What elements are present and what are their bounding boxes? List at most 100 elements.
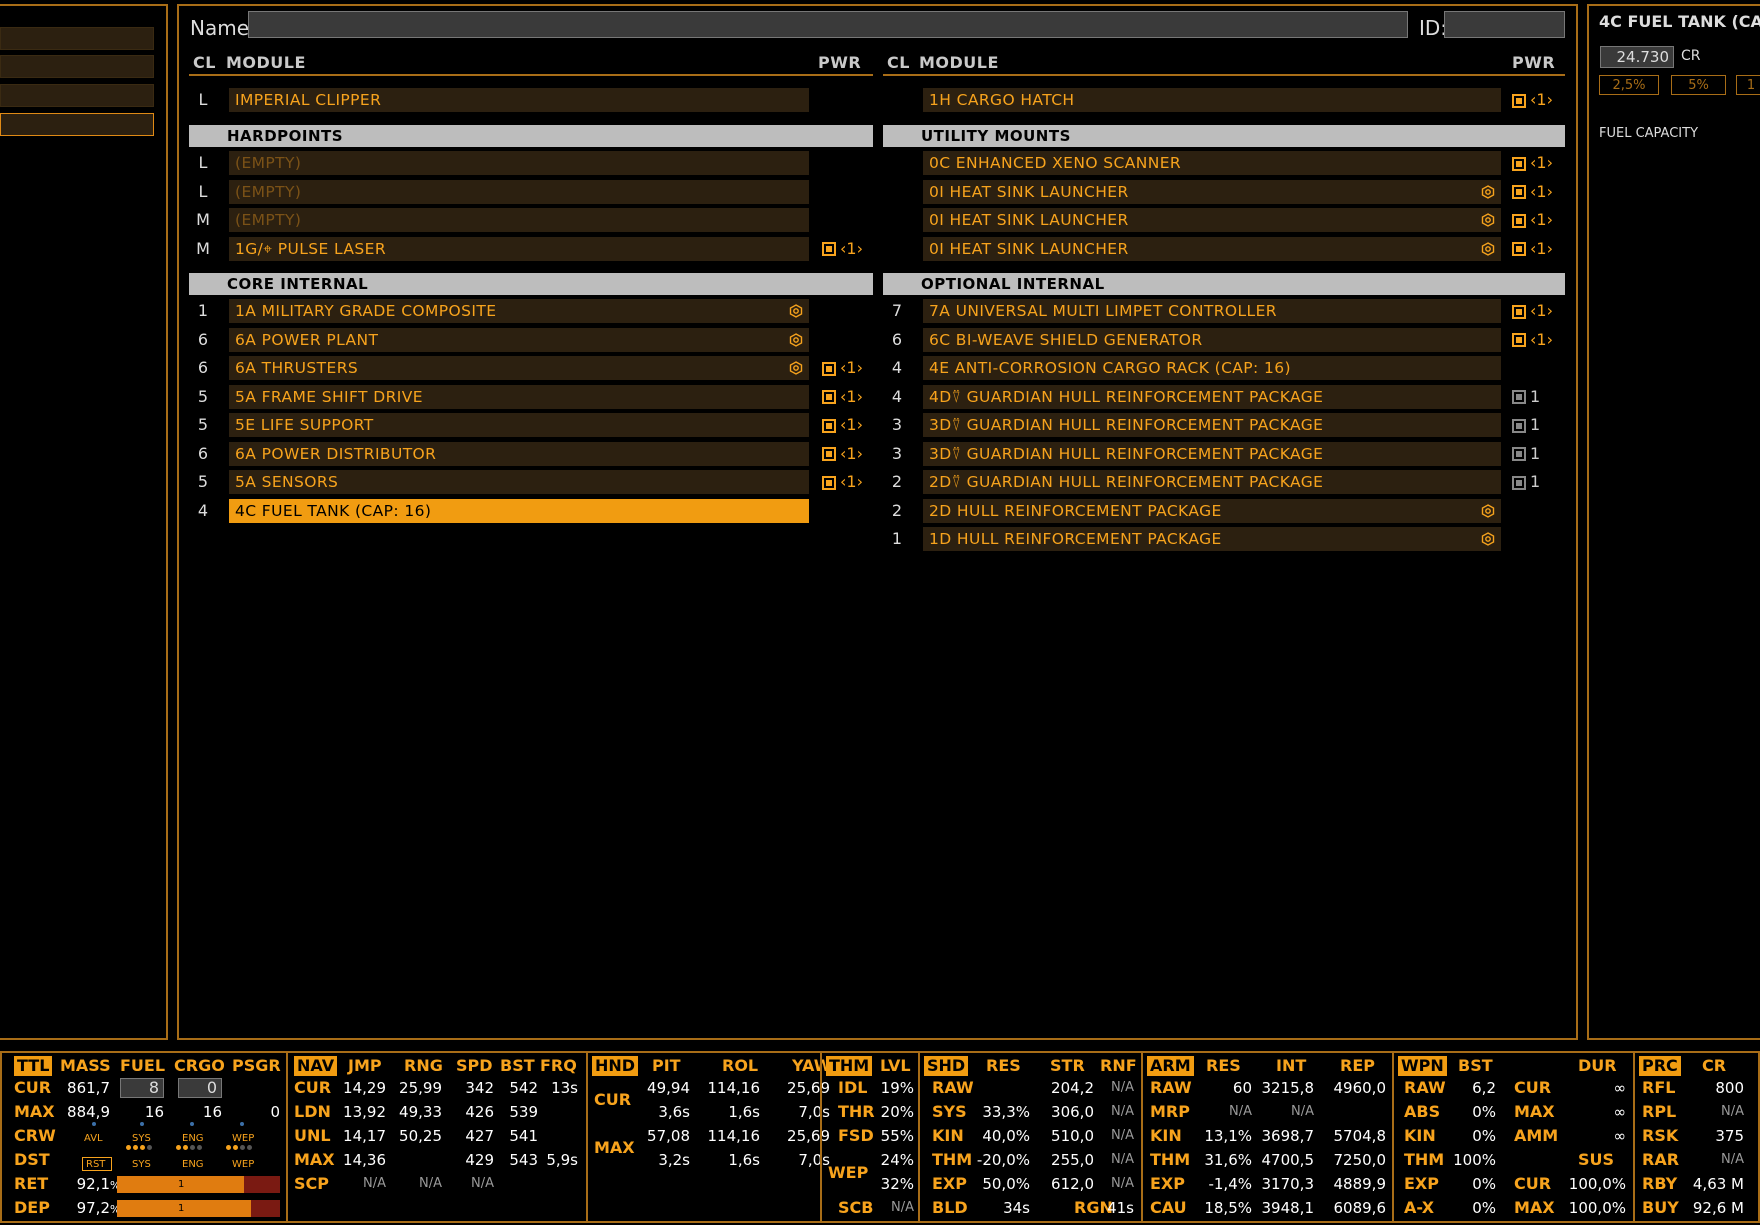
module-name: 6A POWER DISTRIBUTOR <box>235 444 437 463</box>
power-controls: ‹1› <box>1512 328 1553 352</box>
discount-button-3[interactable]: 1 <box>1736 75 1760 95</box>
module-slot[interactable]: 2D HULL REINFORCEMENT PACKAGE <box>923 498 1501 523</box>
module-slot[interactable]: 4E ANTI-CORROSION CARGO RACK (CAP: 16) <box>923 356 1501 380</box>
priority-selector[interactable]: ‹1› <box>1530 210 1553 229</box>
module-slot[interactable]: 1D HULL REINFORCEMENT PACKAGE <box>923 527 1501 551</box>
module-cost-input[interactable]: 24.730 <box>1600 46 1674 68</box>
slot-class: 7 <box>891 301 903 320</box>
shd-value: 34s <box>1003 1199 1030 1217</box>
priority-selector[interactable]: 1 <box>1530 387 1540 406</box>
module-slot[interactable]: 0I HEAT SINK LAUNCHER <box>923 236 1501 261</box>
module-slot[interactable]: 1G/⌖ PULSE LASER <box>229 236 809 261</box>
left-list-item[interactable] <box>0 55 154 78</box>
power-toggle-icon[interactable] <box>822 390 836 404</box>
module-slot[interactable]: 6A POWER PLANT <box>229 327 809 352</box>
power-toggle-icon[interactable] <box>1512 390 1526 404</box>
slot-class: L <box>198 153 208 172</box>
module-slot[interactable]: 4D⍢ GUARDIAN HULL REINFORCEMENT PACKAGE <box>923 384 1501 409</box>
cargo-input[interactable]: 0 <box>178 1078 222 1098</box>
module-slot[interactable]: 0C ENHANCED XENO SCANNER <box>923 151 1501 175</box>
module-slot[interactable]: 6A POWER DISTRIBUTOR <box>229 441 809 466</box>
priority-selector[interactable]: ‹1› <box>840 444 863 463</box>
pip-label: WEP <box>232 1159 255 1170</box>
ttl-col-header: FUEL <box>120 1056 166 1075</box>
power-toggle-icon[interactable] <box>822 418 836 433</box>
power-toggle-icon[interactable] <box>1512 213 1526 228</box>
priority-selector[interactable]: 1 <box>1530 415 1540 434</box>
module-slot[interactable]: 7A UNIVERSAL MULTI LIMPET CONTROLLER <box>923 299 1501 323</box>
prc-col-header: CR <box>1702 1056 1727 1075</box>
left-list-item-active[interactable] <box>0 113 154 136</box>
left-list-item[interactable] <box>0 84 154 107</box>
priority-selector[interactable]: ‹1› <box>840 358 863 377</box>
nav-header: NAV <box>294 1056 338 1076</box>
module-slot[interactable]: 1A MILITARY GRADE COMPOSITE <box>229 299 809 323</box>
module-slot-selected[interactable]: 4C FUEL TANK (CAP: 16) <box>229 498 809 523</box>
power-toggle-icon[interactable] <box>1512 475 1526 490</box>
slot-class: 1 <box>891 529 903 548</box>
slot-class: L <box>198 90 208 109</box>
module-slot[interactable]: (EMPTY) <box>229 179 809 204</box>
priority-selector[interactable]: ‹1› <box>1530 182 1553 201</box>
priority-selector[interactable]: ‹1› <box>1530 330 1553 349</box>
priority-selector[interactable]: ‹1› <box>1530 301 1553 320</box>
fuel-capacity-label: FUEL CAPACITY <box>1599 126 1699 141</box>
module-slot[interactable]: 5E LIFE SUPPORT <box>229 413 809 437</box>
prc-header: PRC <box>1639 1056 1681 1076</box>
prc-value: 375 <box>1715 1127 1744 1145</box>
priority-selector[interactable]: ‹1› <box>1530 90 1553 109</box>
power-toggle-icon[interactable] <box>1512 304 1526 319</box>
nav-value: N/A <box>471 1176 494 1191</box>
module-slot[interactable]: 3D⍢ GUARDIAN HULL REINFORCEMENT PACKAGE <box>923 441 1501 466</box>
power-toggle-icon[interactable] <box>1512 156 1526 171</box>
id-input[interactable] <box>1444 11 1565 38</box>
module-slot[interactable]: 0I HEAT SINK LAUNCHER <box>923 208 1501 232</box>
module-slot[interactable]: 3D⍢ GUARDIAN HULL REINFORCEMENT PACKAGE <box>923 413 1501 437</box>
priority-selector[interactable]: ‹1› <box>1530 153 1553 172</box>
module-slot[interactable]: 2D⍢ GUARDIAN HULL REINFORCEMENT PACKAGE <box>923 470 1501 494</box>
module-slot[interactable]: 5A FRAME SHIFT DRIVE <box>229 384 809 409</box>
thm-value: 32% <box>880 1175 914 1193</box>
fuel-input[interactable]: 8 <box>120 1078 164 1098</box>
power-toggle-icon[interactable] <box>1512 447 1526 461</box>
power-toggle-icon[interactable] <box>822 447 836 461</box>
module-slot[interactable]: 6A THRUSTERS <box>229 356 809 380</box>
name-input[interactable] <box>248 11 1408 38</box>
power-toggle-icon[interactable] <box>1512 93 1526 108</box>
power-toggle-icon[interactable] <box>1512 185 1526 199</box>
module-slot[interactable]: IMPERIAL CLIPPER <box>229 88 809 112</box>
arm-value: 3698,7 <box>1261 1127 1315 1145</box>
power-toggle-icon[interactable] <box>1512 333 1526 347</box>
arm-value: 7250,0 <box>1333 1151 1387 1169</box>
col-module-right: MODULE <box>919 53 999 72</box>
priority-selector[interactable]: ‹1› <box>840 387 863 406</box>
module-slot[interactable]: (EMPTY) <box>229 208 809 232</box>
module-slot[interactable]: 0I HEAT SINK LAUNCHER <box>923 179 1501 204</box>
module-slot[interactable]: 6C BI-WEAVE SHIELD GENERATOR <box>923 327 1501 352</box>
module-slot[interactable]: 5A SENSORS <box>229 470 809 494</box>
shd-value: 204,2 <box>1051 1079 1094 1097</box>
power-toggle-icon[interactable] <box>1512 418 1526 433</box>
mass-current: 861,7 <box>67 1079 110 1097</box>
module-slot[interactable]: (EMPTY) <box>229 151 809 175</box>
module-slot[interactable]: 1H CARGO HATCH <box>923 88 1501 112</box>
left-list-item[interactable] <box>0 27 154 50</box>
power-toggle-icon[interactable] <box>822 242 836 256</box>
priority-selector[interactable]: ‹1› <box>840 239 863 258</box>
discount-button-2[interactable]: 5% <box>1671 75 1726 95</box>
power-toggle-icon[interactable] <box>822 361 836 376</box>
slot-class: 6 <box>891 329 903 349</box>
priority-selector[interactable]: 1 <box>1530 444 1540 463</box>
hnd-col-header: ROL <box>722 1056 759 1075</box>
discount-button-1[interactable]: 2,5% <box>1599 75 1659 95</box>
power-toggle-icon[interactable] <box>822 475 836 490</box>
row-label: KIN <box>1404 1126 1436 1145</box>
hnd-value: 1,6s <box>728 1151 760 1169</box>
priority-selector[interactable]: 1 <box>1530 472 1540 491</box>
priority-selector[interactable]: ‹1› <box>1530 239 1553 258</box>
power-controls: ‹1› <box>1512 299 1553 323</box>
priority-selector[interactable]: ‹1› <box>840 472 863 491</box>
power-toggle-icon[interactable] <box>1512 242 1526 256</box>
nav-value: 426 <box>465 1103 494 1121</box>
priority-selector[interactable]: ‹1› <box>840 415 863 434</box>
